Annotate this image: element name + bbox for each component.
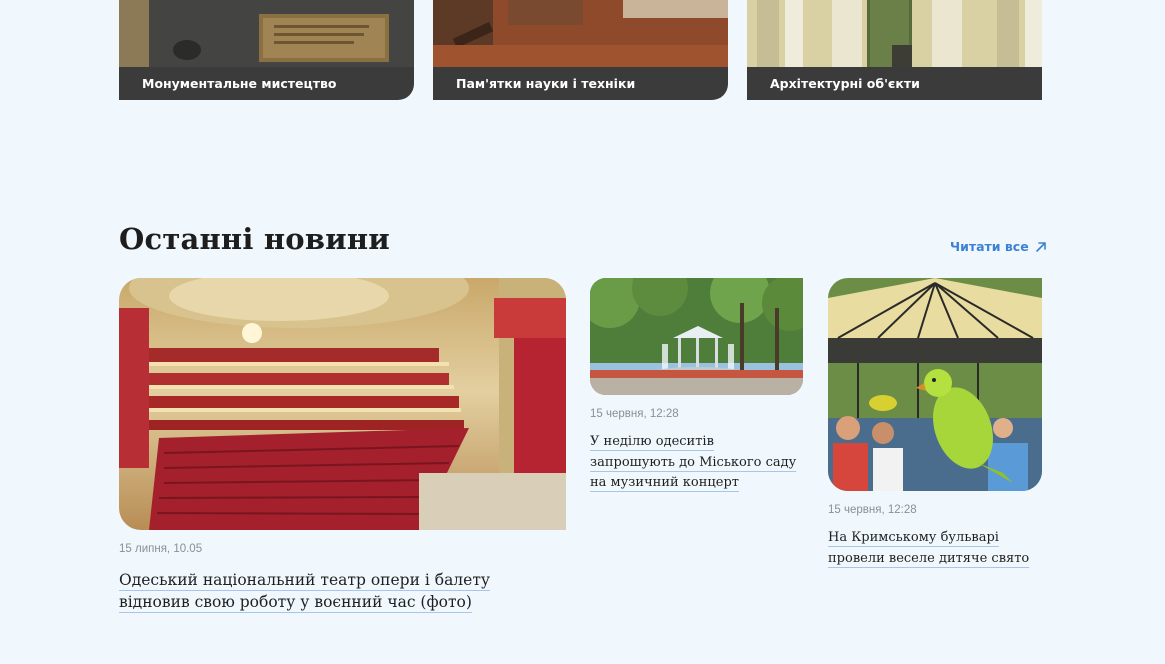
read-all-label: Читати все — [950, 239, 1029, 254]
section-title: Останні новини — [119, 222, 391, 256]
news-date: 15 червня, 12:28 — [828, 504, 917, 516]
category-card-architecture[interactable]: Архітектурні об'єкти — [747, 0, 1042, 100]
news-headline-link[interactable]: У неділю одеситів запрошують до Міського… — [590, 432, 800, 494]
category-image-monument — [119, 0, 414, 67]
category-card-monumental-art[interactable]: Монументальне мистецтво — [119, 0, 414, 100]
news-date: 15 червня, 12:28 — [590, 408, 679, 420]
news-image-city-garden[interactable] — [590, 278, 803, 395]
news-headline-link[interactable]: Одеський національний театр опери і бале… — [119, 569, 559, 613]
category-card-science-tech[interactable]: Пам'ятки науки і техніки — [433, 0, 728, 100]
read-all-link[interactable]: Читати все — [950, 239, 1047, 254]
news-image-children-festival[interactable] — [828, 278, 1042, 491]
category-image-building — [747, 0, 1042, 67]
arrow-up-right-icon — [1035, 241, 1047, 253]
category-label: Монументальне мистецтво — [119, 67, 414, 100]
news-headline-link[interactable]: На Кримському бульварі провели веселе ди… — [828, 528, 1043, 569]
category-label: Пам'ятки науки і техніки — [433, 67, 728, 100]
category-label: Архітектурні об'єкти — [747, 67, 1042, 100]
news-date: 15 липня, 10.05 — [119, 543, 203, 555]
news-image-opera-theatre[interactable] — [119, 278, 566, 530]
category-image-excavation — [433, 0, 728, 67]
